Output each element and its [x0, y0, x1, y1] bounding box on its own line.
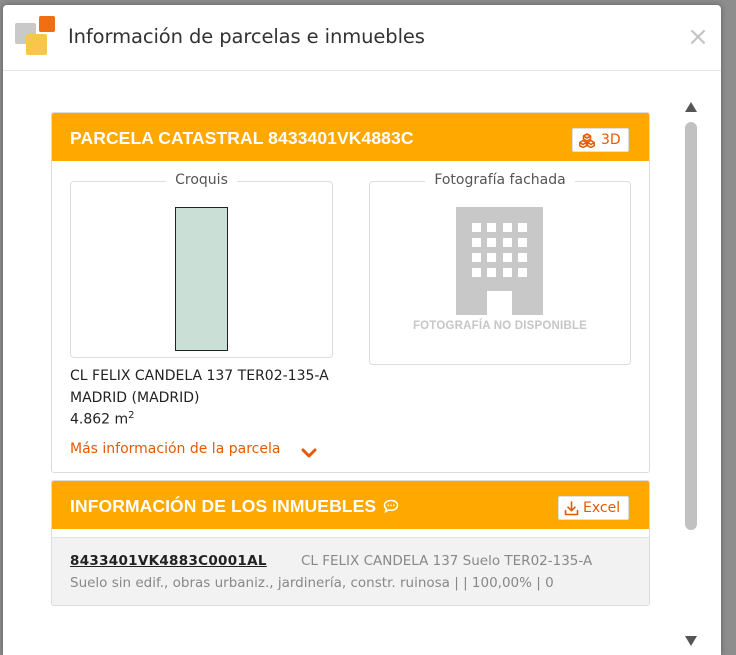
- parcel-area: 4.862 m2: [70, 410, 135, 428]
- 3d-button[interactable]: 3D: [572, 128, 629, 152]
- property-description: Suelo sin edif., obras urbaniz., jardine…: [70, 575, 554, 591]
- facade-photo-box: Fotografía fachada FOTOGRAFÍA NO DISPONI…: [369, 172, 631, 365]
- property-reference-link[interactable]: 8433401VK4883C0001AL: [70, 553, 267, 569]
- croquis-legend: Croquis: [166, 172, 237, 188]
- cubes-icon: [579, 133, 595, 148]
- facade-photo-legend: Fotografía fachada: [425, 172, 575, 188]
- more-info-link[interactable]: Más información de la parcela: [70, 441, 280, 457]
- property-row[interactable]: 8433401VK4883C0001AL CL FELIX CANDELA 13…: [52, 537, 649, 605]
- parcel-address: CL FELIX CANDELA 137 TER02-135-A: [70, 368, 329, 384]
- download-icon: [564, 501, 579, 516]
- parcel-municipality: MADRID (MADRID): [70, 390, 200, 406]
- dialog-body: PARCELA CATASTRAL 8433401VK4883C 3D Croq…: [3, 72, 721, 655]
- property-address: CL FELIX CANDELA 137 Suelo TER02-135-A: [301, 553, 593, 569]
- no-photo-text: FOTOGRAFÍA NO DISPONIBLE: [412, 320, 588, 332]
- dialog-title: Información de parcelas e inmuebles: [68, 25, 425, 48]
- scroll-up-arrow-icon[interactable]: [684, 101, 698, 113]
- parcel-sketch: [175, 207, 228, 351]
- parcel-area-value: 4.862 m: [70, 411, 129, 428]
- comment-icon: [383, 499, 399, 514]
- excel-button-label: Excel: [583, 500, 621, 516]
- scrollbar-thumb[interactable]: [685, 122, 697, 530]
- 3d-button-label: 3D: [601, 132, 621, 148]
- croquis-box: Croquis: [70, 172, 333, 358]
- parcel-panel: PARCELA CATASTRAL 8433401VK4883C 3D Croq…: [51, 112, 650, 473]
- properties-panel-header: INFORMACIÓN DE LOS INMUEBLES Excel: [52, 481, 649, 529]
- excel-export-button[interactable]: Excel: [558, 496, 629, 520]
- properties-title: INFORMACIÓN DE LOS INMUEBLES: [70, 496, 399, 517]
- parcel-info-dialog: Información de parcelas e inmuebles × PA…: [3, 5, 721, 655]
- scroll-down-arrow-icon[interactable]: [684, 635, 698, 647]
- close-button[interactable]: ×: [687, 22, 709, 52]
- layers-logo-icon: [15, 16, 55, 55]
- building-icon: [456, 207, 543, 315]
- parcel-title: PARCELA CATASTRAL 8433401VK4883C: [70, 128, 414, 148]
- properties-panel: INFORMACIÓN DE LOS INMUEBLES Excel 84334…: [51, 480, 650, 606]
- close-icon[interactable]: ×: [687, 22, 709, 52]
- chevron-down-icon[interactable]: [301, 448, 317, 458]
- properties-title-text: INFORMACIÓN DE LOS INMUEBLES: [70, 496, 377, 516]
- parcel-area-exponent: 2: [128, 410, 135, 421]
- parcel-panel-header: PARCELA CATASTRAL 8433401VK4883C 3D: [52, 113, 649, 161]
- dialog-header: Información de parcelas e inmuebles ×: [3, 5, 721, 71]
